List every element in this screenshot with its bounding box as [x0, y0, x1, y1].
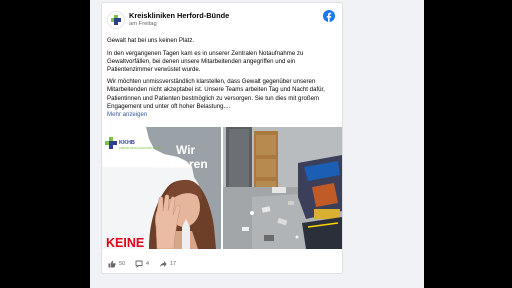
engagement-bar: 50 4 17 [108, 259, 186, 269]
post-header: Kreiskliniken Herford-Bünde am Freitag [102, 3, 342, 33]
share-icon [160, 261, 167, 267]
shares-count[interactable]: 17 [159, 260, 176, 268]
thumbs-up-icon [108, 260, 116, 268]
facebook-post-card: Kreiskliniken Herford-Bünde am Freitag G… [101, 2, 343, 274]
post-images[interactable]: KKHB KREISKLINIKEN HERFORD-BÜNDE Wir tol… [102, 127, 342, 249]
reactions-count-value: 50 [119, 261, 125, 267]
poster-headline-line-2: tolerieren [153, 157, 208, 171]
shares-count-value: 17 [170, 261, 176, 267]
see-more-link[interactable]: Mehr anzeigen [107, 111, 339, 119]
media-canvas: KKHB KREISKLINIKEN HERFORD-BÜNDE Wir tol… [102, 127, 342, 249]
post-paragraph: In den vergangenen Tagen kam es in unser… [107, 49, 304, 73]
campaign-poster-image[interactable]: KKHB KREISKLINIKEN HERFORD-BÜNDE Wir tol… [102, 127, 221, 249]
poster-keine-text: KEINE [106, 236, 144, 249]
feed-area: Kreiskliniken Herford-Bünde am Freitag G… [90, 0, 424, 288]
page-avatar[interactable] [107, 11, 125, 29]
post-timestamp[interactable]: am Freitag [129, 21, 157, 27]
post-body: Gewalt hat bei uns keinen Platz. In den … [107, 37, 339, 119]
page-name-link[interactable]: Kreiskliniken Herford-Bünde [129, 11, 229, 20]
poster-logo-text: KKHB [119, 140, 135, 146]
kkhb-cross-logo-icon [111, 15, 121, 25]
post-headline: Gewalt hat bei uns keinen Platz. [107, 37, 195, 44]
post-paragraph: Wir möchten unmissverständlich klarstell… [107, 78, 325, 110]
comments-count[interactable]: 4 [135, 260, 149, 268]
facebook-icon[interactable] [323, 10, 335, 22]
poster-headline-line-1: Wir [176, 143, 196, 157]
damaged-room-photo[interactable] [223, 127, 342, 249]
comments-count-value: 4 [146, 261, 149, 267]
reactions-count[interactable]: 50 [108, 260, 125, 268]
comment-icon [135, 260, 143, 268]
poster-logo-subtext: KREISKLINIKEN HERFORD-BÜNDE [119, 146, 162, 150]
